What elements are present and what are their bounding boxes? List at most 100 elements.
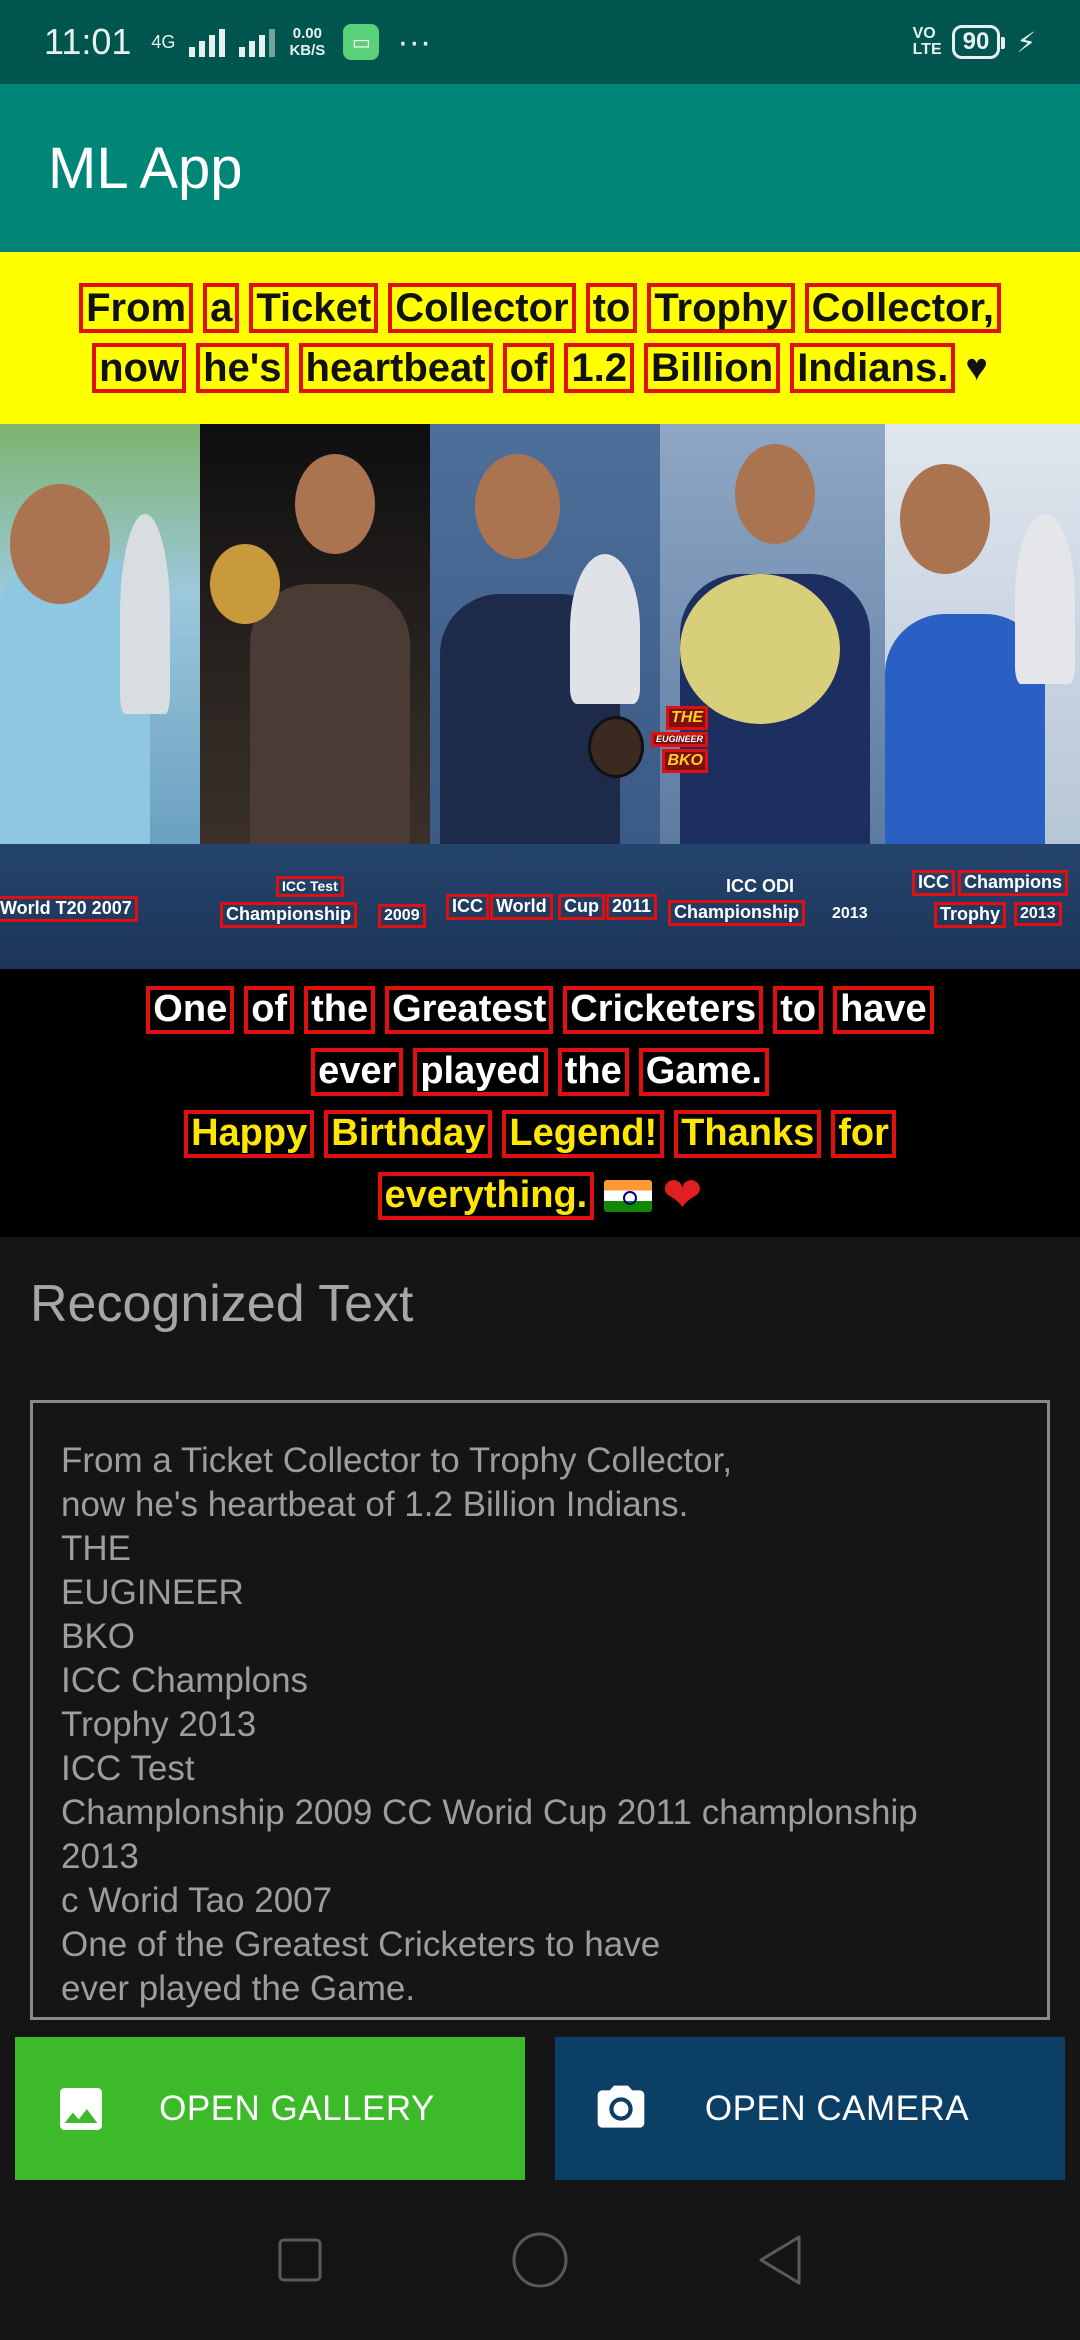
net-speed-value: 0.00: [292, 25, 322, 42]
recognized-line: ICC Champlons: [61, 1661, 309, 1700]
camera-icon: [593, 2081, 649, 2137]
player-head: [10, 484, 110, 604]
caption-word: ICC: [912, 870, 955, 896]
detected-word: Indians.: [790, 343, 956, 393]
detected-word: From: [79, 283, 194, 333]
caption-word: Champions: [958, 870, 1069, 896]
network-type: 4G: [151, 32, 176, 52]
detected-word: 1.2: [564, 343, 634, 393]
detected-word: Ticket: [249, 283, 379, 333]
detected-word: Greatest: [385, 986, 554, 1035]
back-button[interactable]: [750, 2230, 810, 2290]
bottom-line-4: everything. ❤: [377, 1168, 703, 1222]
detected-word: the: [304, 986, 376, 1035]
channel-badge: THE EUGINEER BKO: [588, 706, 708, 796]
badge-word: THE: [666, 706, 708, 730]
caption-word: Championship: [668, 900, 805, 926]
battery-icon: 90: [951, 25, 1006, 59]
detected-word: One: [146, 986, 235, 1035]
status-bar: 11:01 4G 0.00 KB/S ▭ ··· VO LTE 90 ⚡: [0, 0, 1080, 84]
signal-2-icon: [239, 27, 276, 57]
screen: 11:01 4G 0.00 KB/S ▭ ··· VO LTE 90 ⚡ ML …: [0, 0, 1080, 2340]
detected-word: Happy: [184, 1109, 315, 1158]
photo-captions: World T20 2007 ICC Test Championship 200…: [0, 864, 1080, 964]
image-top-banner: From a Ticket Collector to Trophy Collec…: [0, 252, 1080, 424]
badge-word: EUGINEER: [650, 731, 708, 748]
recognized-text-box[interactable]: From a Ticket Collector to Trophy Collec…: [30, 1400, 1050, 2020]
recognized-line: From a Ticket Collector to Trophy Collec…: [61, 1441, 733, 1480]
home-button[interactable]: [510, 2230, 570, 2290]
battery-level: 90: [962, 28, 990, 55]
volte-bottom: LTE: [912, 41, 942, 58]
trophy-shape: [570, 554, 640, 704]
top-line-1: From a Ticket Collector to Trophy Collec…: [79, 283, 1001, 333]
detected-word: to: [585, 283, 638, 333]
volte-icon: VO LTE: [913, 26, 942, 58]
detected-word: for: [831, 1109, 896, 1158]
detected-word: ever: [311, 1048, 404, 1096]
signal-icon: [189, 27, 226, 57]
recognized-line: 2013: [61, 1837, 139, 1876]
detected-word: he's: [196, 343, 289, 393]
recognized-line: THE: [61, 1529, 131, 1568]
caption-word: 2013: [832, 905, 868, 922]
detected-word: of: [244, 986, 295, 1035]
trophy-shape: [1015, 514, 1075, 684]
player-head: [900, 464, 990, 574]
caption-word: World: [490, 894, 553, 920]
circle-icon: [512, 2232, 568, 2288]
trophy-shape: [680, 574, 840, 724]
photo-collage: THE EUGINEER BKO World T20 2007 ICC Test…: [0, 424, 1080, 969]
recognized-line: Happy Birthday Legend! Thanks for: [61, 2011, 1019, 2017]
caption-word: World T20 2007: [0, 896, 138, 922]
cartoon-face-icon: [588, 716, 644, 778]
open-camera-label: OPEN CAMERA: [704, 2088, 970, 2128]
open-camera-button[interactable]: OPEN CAMERA: [555, 2037, 1065, 2180]
detected-word: heartbeat: [298, 343, 493, 393]
detected-word: Birthday: [324, 1109, 493, 1158]
notification-app-icon: ▭: [343, 24, 380, 60]
bottom-line-2: ever played the Game.: [311, 1048, 769, 1096]
detected-word: a: [203, 283, 240, 333]
recognized-text-title: Recognized Text: [30, 1275, 414, 1333]
player-figure: [250, 584, 410, 844]
player-head: [735, 444, 815, 544]
open-gallery-label: OPEN GALLERY: [159, 2088, 435, 2128]
charging-icon: ⚡: [1016, 26, 1036, 58]
caption-word: ICC: [446, 894, 489, 920]
india-flag-icon: [604, 1179, 653, 1212]
heart-symbol: ♥: [965, 346, 988, 389]
status-right: VO LTE 90 ⚡: [913, 25, 1036, 59]
player-head: [295, 454, 375, 554]
app-bar: ML App: [0, 84, 1080, 252]
detected-word: Game.: [638, 1048, 769, 1096]
detected-word: Legend!: [502, 1109, 665, 1158]
caption-word: 2011: [606, 894, 658, 920]
caption-word: Championship: [220, 902, 357, 928]
top-line-2: now he's heartbeat of 1.2 Billion Indian…: [92, 343, 988, 393]
caption-word: ICC Test: [276, 876, 344, 898]
recognized-line: BKO: [61, 1617, 135, 1656]
recognized-line: Trophy 2013: [61, 1705, 257, 1744]
detected-word: played: [413, 1048, 548, 1096]
status-time: 11:01: [44, 21, 132, 62]
caption-word: Cup: [558, 894, 605, 920]
photo-panel: [0, 424, 200, 844]
badge-word: BKO: [662, 749, 708, 774]
player-head: [475, 454, 560, 559]
bottom-line-3: Happy Birthday Legend! Thanks for: [184, 1109, 896, 1158]
detected-word: to: [773, 986, 824, 1035]
open-gallery-button[interactable]: OPEN GALLERY: [15, 2037, 525, 2180]
detected-word: the: [557, 1048, 629, 1096]
system-nav-bar: [0, 2180, 1080, 2340]
detected-word: Trophy: [647, 283, 795, 333]
net-speed-unit: KB/S: [289, 42, 326, 59]
heart-icon: ❤: [662, 1168, 703, 1222]
photo-panel: [885, 424, 1080, 844]
detected-word: Collector,: [804, 283, 1001, 333]
bottom-line-1: One of the Greatest Cricketers to have: [146, 986, 934, 1035]
recognized-line: Champlonship 2009 CC Worid Cup 2011 cham…: [61, 1793, 918, 1832]
caption-word: ICC ODI: [726, 876, 795, 896]
detected-word: of: [502, 343, 555, 393]
recents-button[interactable]: [270, 2230, 330, 2290]
